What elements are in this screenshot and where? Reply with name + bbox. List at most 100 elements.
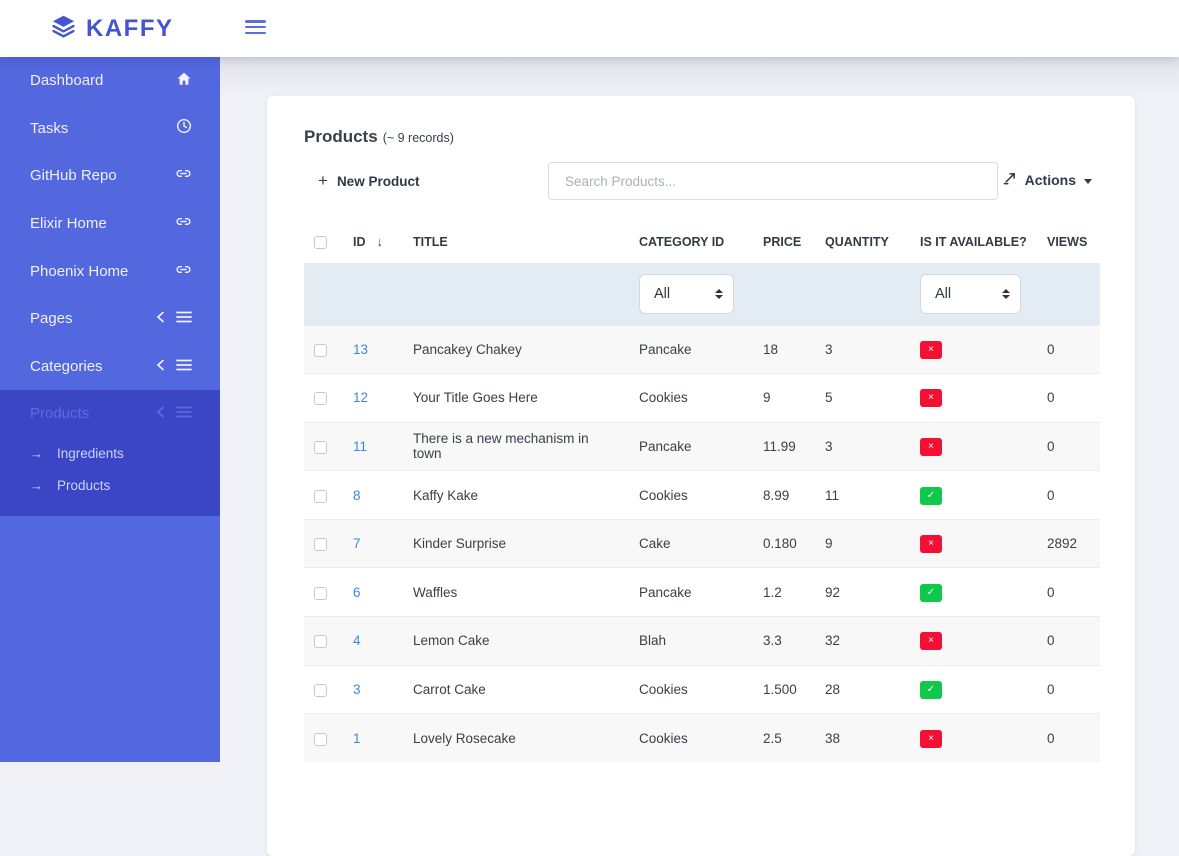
chevron-left-icon <box>156 310 165 327</box>
row-views: 0 <box>1037 665 1100 714</box>
row-category: Cake <box>629 519 753 568</box>
row-checkbox[interactable] <box>314 684 327 697</box>
row-id-link[interactable]: 4 <box>353 633 361 648</box>
export-arrow-icon <box>1002 171 1017 189</box>
unavailable-cross-badge: × <box>920 632 942 650</box>
search-input[interactable] <box>548 162 998 200</box>
row-checkbox[interactable] <box>314 344 327 357</box>
unavailable-cross-badge: × <box>920 341 942 359</box>
select-all-checkbox[interactable] <box>314 236 327 249</box>
table-row: 8Kaffy KakeCookies8.9911✓0 <box>304 471 1100 520</box>
column-header-quantity[interactable]: QUANTITY <box>815 219 910 263</box>
filter-row: All All <box>304 263 1100 325</box>
row-views: 0 <box>1037 568 1100 617</box>
row-title: Kinder Surprise <box>403 519 629 568</box>
sidebar-item-products[interactable]: Products <box>0 390 220 438</box>
top-navbar: KAFFY <box>0 0 1179 57</box>
row-category: Cookies <box>629 374 753 423</box>
available-filter-select[interactable]: All <box>920 274 1021 314</box>
category-filter-select[interactable]: All <box>639 274 734 314</box>
unavailable-cross-badge: × <box>920 438 942 456</box>
table-row: 3Carrot CakeCookies1.50028✓0 <box>304 665 1100 714</box>
row-checkbox[interactable] <box>314 392 327 405</box>
table-row: 12Your Title Goes HereCookies95×0 <box>304 374 1100 423</box>
menu-icon <box>176 405 192 422</box>
main-content: Products(~ 9 records) + New Product Acti… <box>220 57 1179 762</box>
row-price: 11.99 <box>753 422 815 471</box>
row-category: Blah <box>629 617 753 666</box>
row-id-link[interactable]: 11 <box>353 439 367 454</box>
sidebar-item-tasks[interactable]: Tasks <box>0 105 220 153</box>
link-icon <box>175 261 192 282</box>
row-id-link[interactable]: 12 <box>353 390 368 405</box>
row-checkbox[interactable] <box>314 635 327 648</box>
sidebar-item-pages[interactable]: Pages <box>0 295 220 343</box>
row-views: 0 <box>1037 471 1100 520</box>
record-count: (~ 9 records) <box>383 131 454 145</box>
column-header-title[interactable]: TITLE <box>403 219 629 263</box>
menu-icon <box>176 310 192 327</box>
row-title: There is a new mechanism in town <box>403 422 629 471</box>
row-id-link[interactable]: 7 <box>353 536 361 551</box>
column-header-available[interactable]: IS IT AVAILABLE? <box>910 219 1037 263</box>
sidebar-item-elixir-home[interactable]: Elixir Home <box>0 200 220 248</box>
row-id-link[interactable]: 6 <box>353 585 361 600</box>
row-price: 2.5 <box>753 714 815 763</box>
table-row: 13Pancakey ChakeyPancake183×0 <box>304 325 1100 374</box>
chevron-left-icon <box>156 405 165 422</box>
sidebar-item-phoenix-home[interactable]: Phoenix Home <box>0 247 220 295</box>
table-row: 7Kinder SurpriseCake0.1809×2892 <box>304 519 1100 568</box>
row-checkbox[interactable] <box>314 490 327 503</box>
sidebar-subitem-ingredients[interactable]: → Ingredients <box>0 438 220 470</box>
sidebar-item-categories[interactable]: Categories <box>0 343 220 391</box>
row-id-link[interactable]: 13 <box>353 342 368 357</box>
table-row: 4Lemon CakeBlah3.332×0 <box>304 617 1100 666</box>
available-check-badge: ✓ <box>920 584 942 602</box>
table-header-row: ID↓ TITLE CATEGORY ID PRICE QUANTITY IS … <box>304 219 1100 263</box>
row-checkbox[interactable] <box>314 587 327 600</box>
row-id-link[interactable]: 8 <box>353 488 361 503</box>
link-icon <box>175 213 192 234</box>
arrow-right-icon: → <box>30 478 57 493</box>
link-icon <box>175 165 192 186</box>
row-price: 1.500 <box>753 665 815 714</box>
row-views: 0 <box>1037 422 1100 471</box>
row-category: Pancake <box>629 568 753 617</box>
plus-icon: + <box>318 171 328 191</box>
arrow-right-icon: → <box>30 446 57 461</box>
row-quantity: 5 <box>815 374 910 423</box>
row-checkbox[interactable] <box>314 538 327 551</box>
row-id-link[interactable]: 3 <box>353 682 361 697</box>
page-title: Products(~ 9 records) <box>304 127 1098 147</box>
new-product-button[interactable]: + New Product <box>318 171 419 191</box>
chevron-down-icon <box>1084 179 1092 184</box>
toolbar: + New Product Actions <box>304 162 1098 202</box>
sort-desc-icon: ↓ <box>377 234 384 249</box>
row-title: Lemon Cake <box>403 617 629 666</box>
row-checkbox[interactable] <box>314 733 327 746</box>
brand-logo[interactable]: KAFFY <box>50 13 174 45</box>
row-category: Cookies <box>629 471 753 520</box>
sidebar-toggle-hamburger-icon[interactable] <box>245 20 266 37</box>
row-checkbox[interactable] <box>314 441 327 454</box>
actions-dropdown-button[interactable]: Actions <box>1002 171 1092 189</box>
row-price: 1.2 <box>753 568 815 617</box>
sidebar-item-github-repo[interactable]: GitHub Repo <box>0 152 220 200</box>
row-id-link[interactable]: 1 <box>353 731 361 746</box>
sidebar-item-dashboard[interactable]: Dashboard <box>0 57 220 105</box>
row-quantity: 9 <box>815 519 910 568</box>
column-header-category-id[interactable]: CATEGORY ID <box>629 219 753 263</box>
column-header-id[interactable]: ID↓ <box>343 219 403 263</box>
row-quantity: 38 <box>815 714 910 763</box>
sidebar-subitem-products[interactable]: → Products <box>0 470 220 502</box>
products-table: ID↓ TITLE CATEGORY ID PRICE QUANTITY IS … <box>304 219 1100 762</box>
row-quantity: 3 <box>815 325 910 374</box>
column-header-views[interactable]: VIEWS <box>1037 219 1100 263</box>
row-quantity: 3 <box>815 422 910 471</box>
row-title: Lovely Rosecake <box>403 714 629 763</box>
row-price: 8.99 <box>753 471 815 520</box>
row-price: 0.180 <box>753 519 815 568</box>
menu-icon <box>176 358 192 375</box>
column-header-price[interactable]: PRICE <box>753 219 815 263</box>
clock-icon <box>176 118 192 138</box>
